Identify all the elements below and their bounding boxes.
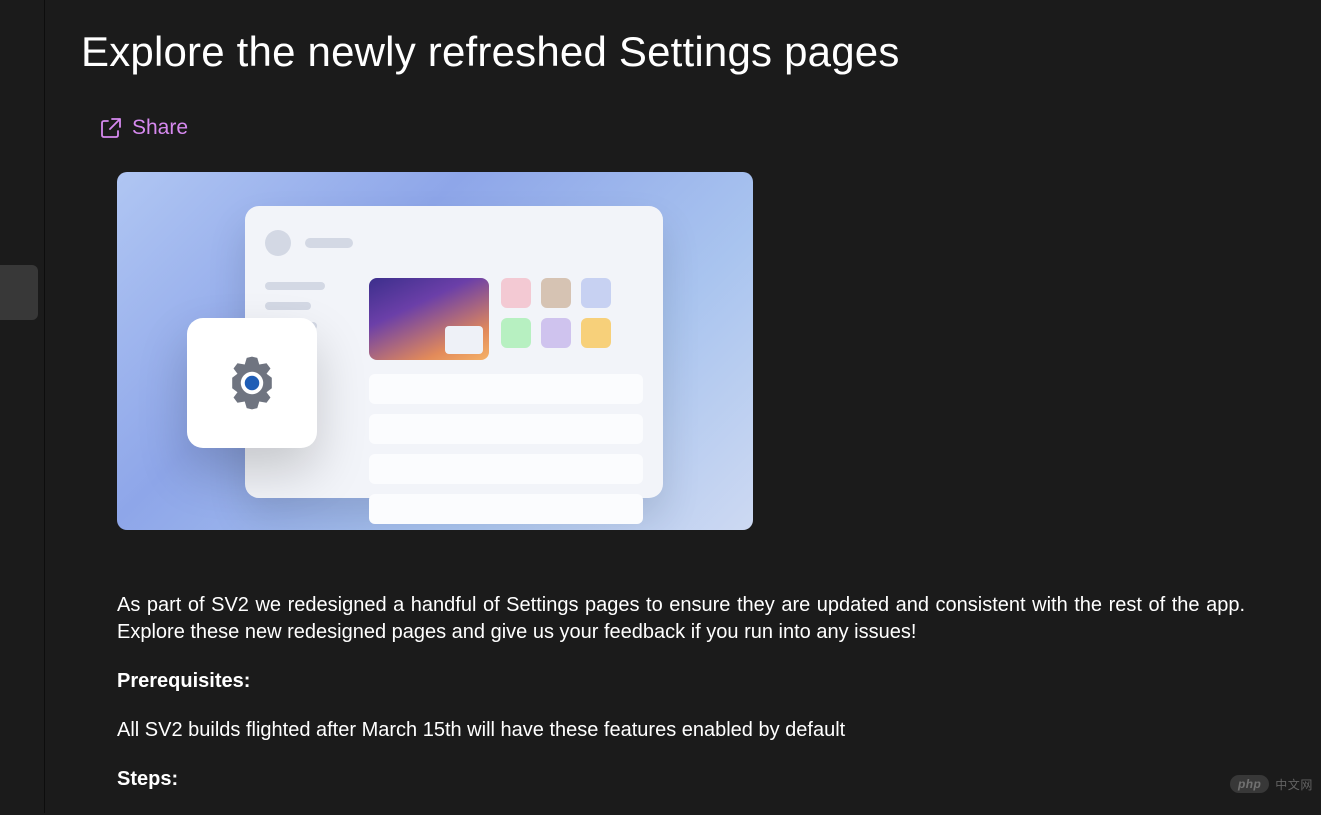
watermark-text: 中文网 — [1275, 776, 1313, 793]
illustration-setting-row — [369, 374, 643, 404]
prerequisites-heading: Prerequisites: — [117, 670, 250, 692]
illustration-skeleton-line — [305, 238, 353, 248]
illustration-setting-row — [369, 494, 643, 524]
hero-illustration — [117, 172, 753, 530]
illustration-swatch — [581, 278, 611, 308]
gear-icon — [219, 350, 285, 416]
illustration-swatch — [501, 318, 531, 348]
illustration-swatch — [541, 278, 571, 308]
article-body: As part of SV2 we redesigned a handful o… — [117, 592, 1245, 793]
sidebar-tab[interactable] — [0, 265, 38, 320]
watermark-pill: php — [1230, 775, 1269, 793]
illustration-swatch — [541, 318, 571, 348]
illustration-skeleton-line — [265, 302, 311, 310]
illustration-color-swatches — [501, 278, 611, 360]
illustration-wallpaper-preview — [369, 278, 489, 360]
page-title: Explore the newly refreshed Settings pag… — [81, 28, 1285, 76]
illustration-avatar — [265, 230, 291, 256]
illustration-setting-row — [369, 414, 643, 444]
illustration-setting-row — [369, 454, 643, 484]
illustration-swatch — [581, 318, 611, 348]
illustration-gear-card — [187, 318, 317, 448]
share-label: Share — [132, 116, 188, 140]
watermark: php 中文网 — [1230, 775, 1313, 793]
main-content: Explore the newly refreshed Settings pag… — [45, 0, 1321, 815]
steps-heading: Steps: — [117, 768, 178, 790]
illustration-window-thumb — [445, 326, 483, 354]
share-icon — [99, 116, 123, 140]
intro-paragraph: As part of SV2 we redesigned a handful o… — [117, 592, 1245, 646]
illustration-swatch — [501, 278, 531, 308]
illustration-skeleton-line — [265, 282, 325, 290]
share-button[interactable]: Share — [99, 116, 188, 140]
prerequisites-text: All SV2 builds flighted after March 15th… — [117, 717, 1245, 744]
